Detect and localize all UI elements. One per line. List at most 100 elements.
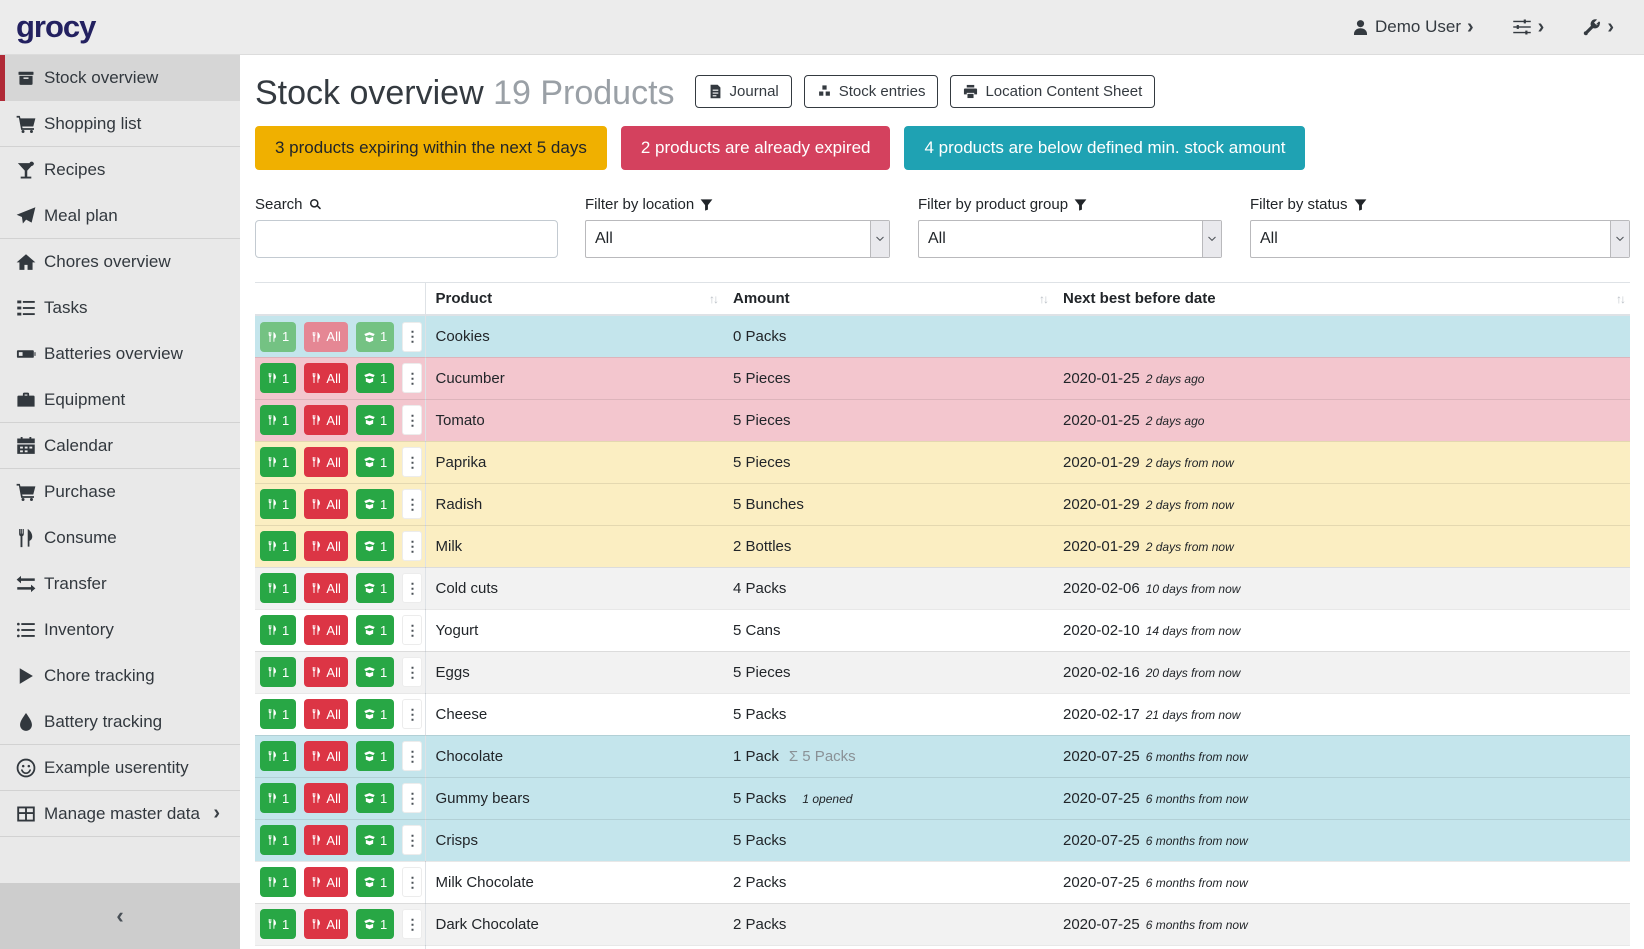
consume-one-button[interactable]: 1 (260, 322, 296, 352)
status-alert[interactable]: 2 products are already expired (621, 126, 891, 170)
sidebar-item[interactable]: Inventory (0, 607, 240, 653)
consume-all-button[interactable]: All (304, 615, 347, 645)
date-column-header[interactable]: Next best before date↑↓ (1053, 283, 1630, 316)
consume-one-button[interactable]: 1 (260, 531, 296, 561)
open-one-button[interactable]: 1 (356, 615, 394, 645)
header-button[interactable]: Journal (695, 75, 792, 108)
sidebar-item[interactable]: Chore tracking (0, 653, 240, 699)
row-more-menu-button[interactable]: ⋮ (402, 867, 422, 897)
open-one-button[interactable]: 1 (356, 909, 394, 939)
row-more-menu-button[interactable]: ⋮ (402, 531, 422, 561)
consume-all-button[interactable]: All (304, 741, 347, 771)
sidebar-item[interactable]: Calendar (0, 423, 240, 469)
sidebar-item[interactable]: Tasks (0, 285, 240, 331)
consume-all-button[interactable]: All (304, 699, 347, 729)
sidebar-item[interactable]: Batteries overview (0, 331, 240, 377)
sort-icon[interactable]: ↑↓ (1616, 292, 1624, 306)
consume-all-button[interactable]: All (304, 657, 347, 687)
user-menu[interactable]: Demo User › (1352, 17, 1474, 37)
consume-one-button[interactable]: 1 (260, 489, 296, 519)
row-more-menu-button[interactable]: ⋮ (402, 447, 422, 477)
sidebar-item[interactable]: Equipment (0, 377, 240, 423)
consume-all-button[interactable]: All (304, 573, 347, 603)
row-more-menu-button[interactable]: ⋮ (402, 363, 422, 393)
consume-all-button[interactable]: All (304, 825, 347, 855)
open-one-button[interactable]: 1 (356, 657, 394, 687)
product-column-header[interactable]: Product↑↓ (425, 283, 723, 316)
sidebar-item[interactable]: Battery tracking (0, 699, 240, 745)
sidebar-item[interactable]: Meal plan (0, 193, 240, 239)
sidebar-item[interactable]: Stock overview (0, 55, 240, 101)
status-alert-text: 4 products are below defined min. stock … (924, 138, 1285, 157)
consume-all-button[interactable]: All (304, 447, 347, 477)
row-more-menu-button[interactable]: ⋮ (402, 489, 422, 519)
open-one-button[interactable]: 1 (356, 783, 394, 813)
row-more-menu-button[interactable]: ⋮ (402, 783, 422, 813)
row-more-menu-button[interactable]: ⋮ (402, 699, 422, 729)
sidebar-item[interactable]: Manage master data › (0, 791, 240, 837)
consume-all-button[interactable]: All (304, 867, 347, 897)
location-select[interactable]: All (585, 220, 890, 258)
sidebar-item[interactable]: Transfer (0, 561, 240, 607)
consume-all-button[interactable]: All (304, 531, 347, 561)
product-cell: Milk Chocolate (425, 861, 723, 903)
open-one-button[interactable]: 1 (356, 363, 394, 393)
open-one-button[interactable]: 1 (356, 447, 394, 477)
consume-all-button[interactable]: All (304, 783, 347, 813)
consume-all-button[interactable]: All (304, 489, 347, 519)
open-one-button[interactable]: 1 (356, 867, 394, 897)
row-more-menu-button[interactable]: ⋮ (402, 909, 422, 939)
sort-icon[interactable]: ↑↓ (709, 292, 717, 306)
open-one-button[interactable]: 1 (356, 322, 394, 352)
search-input[interactable] (255, 220, 558, 258)
open-one-button[interactable]: 1 (356, 699, 394, 729)
row-more-menu-button[interactable]: ⋮ (402, 825, 422, 855)
consume-all-button[interactable]: All (304, 909, 347, 939)
consume-one-button[interactable]: 1 (260, 825, 296, 855)
sort-icon[interactable]: ↑↓ (1039, 292, 1047, 306)
status-select[interactable]: All (1250, 220, 1630, 258)
consume-one-button[interactable]: 1 (260, 615, 296, 645)
open-one-button[interactable]: 1 (356, 489, 394, 519)
sidebar-item[interactable]: Consume (0, 515, 240, 561)
consume-one-button[interactable]: 1 (260, 909, 296, 939)
consume-all-button[interactable]: All (304, 405, 347, 435)
product-group-select[interactable]: All (918, 220, 1222, 258)
admin-menu[interactable]: › (1582, 17, 1614, 37)
row-more-menu-button[interactable]: ⋮ (402, 322, 422, 352)
status-alert[interactable]: 4 products are below defined min. stock … (904, 126, 1305, 170)
row-more-menu-button[interactable]: ⋮ (402, 615, 422, 645)
consume-one-button[interactable]: 1 (260, 447, 296, 477)
consume-one-button[interactable]: 1 (260, 699, 296, 729)
consume-one-button[interactable]: 1 (260, 405, 296, 435)
consume-one-button[interactable]: 1 (260, 573, 296, 603)
open-one-button[interactable]: 1 (356, 825, 394, 855)
consume-all-button[interactable]: All (304, 322, 347, 352)
app-logo[interactable]: grocy (16, 9, 95, 45)
consume-one-button[interactable]: 1 (260, 741, 296, 771)
settings-menu[interactable]: › (1512, 17, 1545, 37)
open-one-button[interactable]: 1 (356, 405, 394, 435)
sidebar-item[interactable]: Chores overview (0, 239, 240, 285)
sidebar-collapse-button[interactable]: ‹ (0, 883, 240, 949)
open-one-button[interactable]: 1 (356, 741, 394, 771)
row-more-menu-button[interactable]: ⋮ (402, 657, 422, 687)
open-one-button[interactable]: 1 (356, 573, 394, 603)
row-more-menu-button[interactable]: ⋮ (402, 573, 422, 603)
header-button[interactable]: Stock entries (804, 75, 939, 108)
consume-all-button[interactable]: All (304, 363, 347, 393)
amount-column-header[interactable]: Amount↑↓ (723, 283, 1053, 316)
row-more-menu-button[interactable]: ⋮ (402, 741, 422, 771)
open-one-button[interactable]: 1 (356, 531, 394, 561)
consume-one-button[interactable]: 1 (260, 867, 296, 897)
sidebar-item[interactable]: Recipes (0, 147, 240, 193)
sidebar-item[interactable]: Shopping list (0, 101, 240, 147)
sidebar-item[interactable]: Purchase (0, 469, 240, 515)
row-more-menu-button[interactable]: ⋮ (402, 405, 422, 435)
header-button[interactable]: Location Content Sheet (950, 75, 1155, 108)
consume-one-button[interactable]: 1 (260, 363, 296, 393)
consume-one-button[interactable]: 1 (260, 657, 296, 687)
sidebar-item[interactable]: Example userentity (0, 745, 240, 791)
consume-one-button[interactable]: 1 (260, 783, 296, 813)
status-alert[interactable]: 3 products expiring within the next 5 da… (255, 126, 607, 170)
